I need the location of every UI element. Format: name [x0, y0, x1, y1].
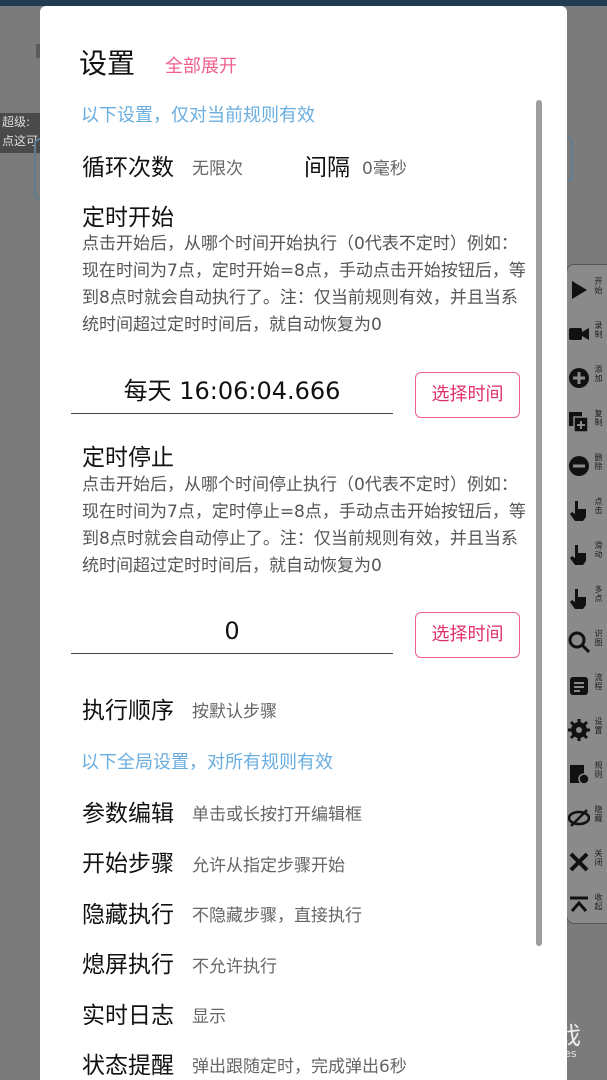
badge-line-1: 超级: [2, 115, 31, 129]
toolbar-label: 点击 [594, 497, 603, 515]
loop-count-label[interactable]: 循环次数 [82, 148, 174, 182]
timer-start-value[interactable]: 每天 16:06:04.666 [71, 374, 393, 414]
play-icon [572, 281, 587, 299]
swipe-icon [570, 545, 586, 565]
hide-exec-value[interactable]: 不隐藏步骤，直接执行 [192, 901, 362, 926]
screen-off-value[interactable]: 不允许执行 [192, 952, 277, 977]
tap-icon [570, 501, 586, 521]
status-tip-value[interactable]: 弹出跟随定时，完成弹出6秒 [192, 1052, 407, 1077]
global-settings-hint: 以下全局设置，对所有规则有效 [81, 752, 333, 773]
toolbar-label: 多点 [594, 585, 603, 603]
settings-dialog: 设置 全部展开 以下设置，仅对当前规则有效 循环次数 无限次 间隔 0毫秒 定时… [40, 6, 567, 1080]
watermark-logo-icon [432, 1020, 472, 1066]
watermark-subtext: Rengwan Games [484, 1047, 577, 1060]
timer-start-pick-button[interactable]: 选择时间 [415, 372, 520, 418]
add-icon [569, 368, 589, 388]
toolbar-label: 收起 [594, 893, 603, 911]
rules-icon [570, 765, 590, 785]
watermark-text: 仍玩游戏 [482, 1022, 582, 1050]
toolbar-label: 删除 [594, 453, 603, 471]
watermark: 仍玩游戏 Rengwan Games [430, 1014, 600, 1074]
close-icon [569, 852, 589, 872]
param-edit-label[interactable]: 参数编辑 [82, 794, 174, 828]
loop-count-value[interactable]: 无限次 [192, 154, 243, 179]
toolbar-label: 关闭 [594, 849, 603, 867]
exec-order-label[interactable]: 执行顺序 [82, 691, 174, 725]
dialog-title: 设置 [79, 47, 136, 80]
status-tip-label[interactable]: 状态提醒 [82, 1046, 174, 1080]
toolbar-label: 设置 [594, 717, 603, 735]
live-log-value[interactable]: 显示 [192, 1002, 226, 1027]
toolbar-label: 添加 [594, 365, 603, 383]
toolbar-label: 滑动 [594, 541, 603, 559]
param-edit-value[interactable]: 单击或长按打开编辑框 [192, 800, 362, 825]
toolbar-label: 开始 [594, 277, 603, 295]
interval-label[interactable]: 间隔 [304, 148, 350, 182]
toolbar-label: 流程 [594, 673, 603, 691]
timer-stop-value[interactable]: 0 [71, 614, 393, 654]
delete-icon [569, 456, 589, 476]
start-step-value[interactable]: 允许从指定步骤开始 [192, 851, 345, 876]
live-log-label[interactable]: 实时日志 [82, 996, 174, 1030]
settings-icon [568, 719, 590, 741]
timer-start-label: 定时开始 [82, 205, 174, 231]
recognize-icon [568, 631, 590, 653]
timer-start-description: 点击开始后，从哪个时间开始执行（0代表不定时）例如：现在时间为7点，定时开始=8… [82, 234, 526, 335]
hide-exec-label[interactable]: 隐藏执行 [82, 895, 174, 929]
rule-settings-hint: 以下设置，仅对当前规则有效 [81, 105, 315, 126]
toolbar-label: 规则 [594, 761, 603, 779]
toolbar-label: 复制 [594, 409, 603, 427]
toolbar-collapse[interactable]: 收起 [567, 883, 607, 935]
multi-touch-icon [570, 589, 586, 609]
toolbar-label: 识图 [594, 629, 603, 647]
record-icon [569, 328, 589, 340]
collapse-icon [570, 896, 588, 912]
expand-all-button[interactable]: 全部展开 [165, 52, 237, 78]
toolbar-label: 录制 [594, 321, 603, 339]
exec-order-value[interactable]: 按默认步骤 [192, 697, 277, 722]
timer-stop-description: 点击开始后，从哪个时间停止执行（0代表不定时）例如：现在时间为7点，定时停止=8… [82, 475, 526, 576]
toolbar-label: 隐藏 [594, 805, 603, 823]
screen-off-label[interactable]: 熄屏执行 [82, 945, 174, 979]
start-step-label[interactable]: 开始步骤 [82, 844, 174, 878]
interval-value[interactable]: 0毫秒 [362, 154, 407, 179]
timer-stop-label: 定时停止 [82, 445, 174, 471]
flow-icon [570, 677, 588, 695]
dialog-scrollbar[interactable] [536, 100, 542, 946]
hide-icon [568, 809, 590, 827]
copy-icon [569, 412, 589, 433]
timer-stop-pick-button[interactable]: 选择时间 [415, 612, 520, 658]
floating-toolbar: 开始 录制 添加 复制 删除 点击 滑动 多点 识图 流程 设置 规则 隐藏 关… [566, 264, 607, 924]
